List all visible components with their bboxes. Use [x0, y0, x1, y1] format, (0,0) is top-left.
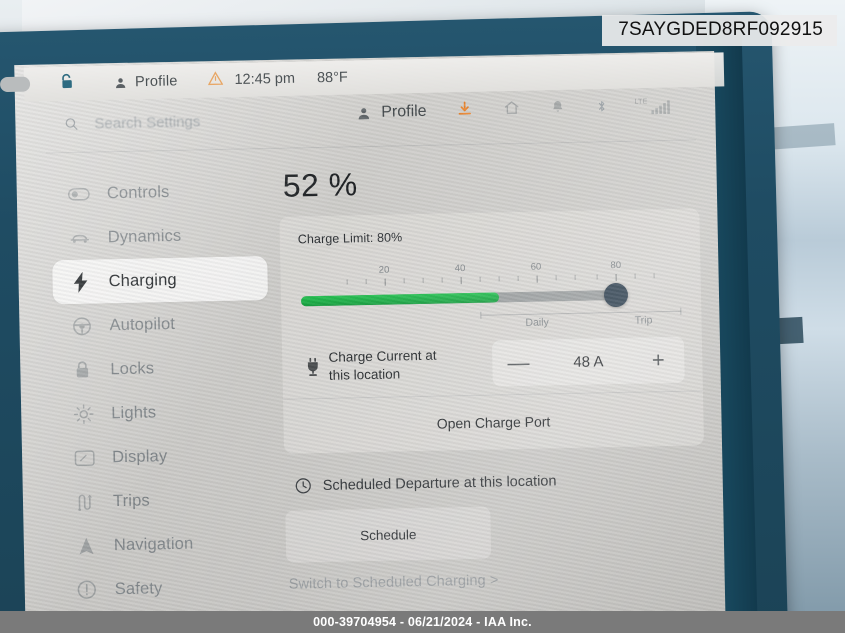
- toggle-switch-icon: [67, 187, 90, 201]
- charging-panel: 52 % Charge Limit: 80% 20 40 60 80 Daily…: [278, 159, 707, 593]
- exclamation-circle-icon: [76, 580, 98, 600]
- slider-mode-daily: Daily: [525, 316, 549, 329]
- sidebar-label: Dynamics: [107, 226, 182, 246]
- open-charge-port-button[interactable]: Open Charge Port: [301, 392, 686, 454]
- steering-wheel-icon: [70, 315, 92, 336]
- charge-current-value: 48 A: [573, 352, 604, 371]
- lightning-bolt-icon: [69, 271, 91, 293]
- charge-current-decrement-button[interactable]: —: [492, 350, 545, 377]
- schedule-button[interactable]: Schedule: [285, 506, 492, 563]
- vin-watermark: 7SAYGDED8RF092915: [602, 15, 837, 46]
- clock-icon: [295, 478, 311, 494]
- sidebar-item-controls[interactable]: Controls: [50, 168, 266, 216]
- lte-label: LTE: [634, 98, 648, 106]
- screenshot-root: Profile LTE Search Settings Controls Dyn…: [0, 0, 845, 633]
- sidebar-label: Trips: [112, 490, 150, 510]
- unlocked-padlock-icon[interactable]: [58, 72, 75, 95]
- schedule-button-label: Schedule: [359, 526, 417, 543]
- settings-app: Profile LTE Search Settings Controls Dyn…: [14, 51, 725, 633]
- sidebar-item-autopilot[interactable]: Autopilot: [53, 300, 269, 348]
- status-bar-profile-label: Profile: [134, 73, 178, 91]
- sidebar-item-trips[interactable]: Trips: [57, 476, 273, 524]
- slider-tick-60: 60: [530, 261, 542, 273]
- sidebar-label: Locks: [110, 358, 155, 378]
- sidebar-label: Navigation: [113, 534, 194, 554]
- slider-tick-20: 20: [378, 264, 390, 276]
- status-bar-profile[interactable]: Profile: [113, 73, 178, 90]
- slider-track-charged: [300, 292, 499, 307]
- charge-current-row: Charge Current at this location — 48 A +: [300, 329, 685, 399]
- person-icon: [358, 107, 370, 119]
- charge-limit-label: Charge Limit: 80%: [297, 230, 403, 247]
- slider-tick-80: 80: [610, 259, 622, 272]
- sidebar-item-display[interactable]: Display: [56, 432, 272, 480]
- sidebar-item-charging[interactable]: Charging: [52, 256, 269, 305]
- header-profile-button[interactable]: Profile: [355, 103, 427, 122]
- sidebar-item-locks[interactable]: Locks: [54, 344, 270, 392]
- sidebar-item-navigation[interactable]: Navigation: [57, 520, 273, 568]
- warning-triangle-icon: [207, 70, 223, 90]
- bell-icon[interactable]: [550, 98, 565, 120]
- slider-knob[interactable]: [604, 282, 629, 308]
- slider-tick-40: 40: [454, 263, 466, 275]
- header-profile-label: Profile: [381, 102, 427, 121]
- status-bar-time: 12:45 pm: [234, 70, 296, 89]
- charge-current-label-line2: this location: [328, 366, 401, 383]
- charge-limit-slider[interactable]: 20 40 60 80 Daily Trip: [300, 259, 682, 333]
- charge-plug-icon: [300, 357, 325, 377]
- header-icon-row: Profile LTE: [355, 89, 706, 130]
- switch-to-scheduled-charging-link[interactable]: Switch to Scheduled Charging >: [289, 568, 707, 592]
- person-icon: [116, 77, 126, 88]
- charge-current-stepper: — 48 A +: [492, 336, 685, 387]
- software-update-download-icon[interactable]: [456, 99, 473, 122]
- sidebar-label: Safety: [114, 578, 163, 598]
- scheduled-departure-row[interactable]: Scheduled Departure at this location: [295, 469, 705, 494]
- sidebar-label: Lights: [111, 402, 157, 422]
- status-bar-left-pill: [0, 76, 31, 93]
- charge-current-increment-button[interactable]: +: [632, 347, 685, 374]
- scheduled-departure-label: Scheduled Departure at this location: [322, 472, 557, 494]
- battery-percent: 52 %: [282, 166, 359, 204]
- slider-mode-trip: Trip: [634, 314, 653, 327]
- touchscreen-display: Profile LTE Search Settings Controls Dyn…: [14, 51, 726, 633]
- sidebar-item-safety[interactable]: Safety: [58, 564, 274, 612]
- search-icon: [65, 118, 78, 130]
- search-input[interactable]: [92, 109, 297, 134]
- settings-sidebar: Controls Dynamics Charging Autopilot Loc…: [50, 168, 275, 633]
- bluetooth-icon[interactable]: [595, 97, 608, 120]
- padlock-icon: [71, 360, 93, 380]
- footer-watermark-text: 000-39704954 - 06/21/2024 - IAA Inc.: [313, 615, 532, 629]
- sidebar-item-lights[interactable]: Lights: [55, 388, 271, 436]
- screen-icon: [73, 449, 95, 466]
- charge-limit-card: Charge Limit: 80% 20 40 60 80 Daily Trip…: [279, 208, 705, 454]
- sun-light-icon: [72, 403, 94, 424]
- search-settings-field[interactable]: [63, 104, 309, 139]
- sidebar-item-dynamics[interactable]: Dynamics: [51, 212, 267, 260]
- sidebar-label: Autopilot: [109, 314, 176, 334]
- car-icon: [69, 231, 91, 245]
- footer-watermark: 000-39704954 - 06/21/2024 - IAA Inc.: [0, 611, 845, 633]
- status-bar-temperature: 88°F: [316, 69, 348, 87]
- navigation-arrow-icon: [75, 536, 97, 555]
- header-divider: [46, 139, 696, 154]
- cellular-signal-icon: LTE: [634, 98, 670, 115]
- charge-current-label: Charge Current at this location: [328, 346, 492, 385]
- sidebar-label: Charging: [108, 270, 177, 290]
- home-icon[interactable]: [503, 99, 520, 121]
- trips-route-icon: [74, 492, 96, 511]
- sidebar-label: Display: [111, 446, 168, 466]
- sidebar-label: Controls: [106, 182, 170, 202]
